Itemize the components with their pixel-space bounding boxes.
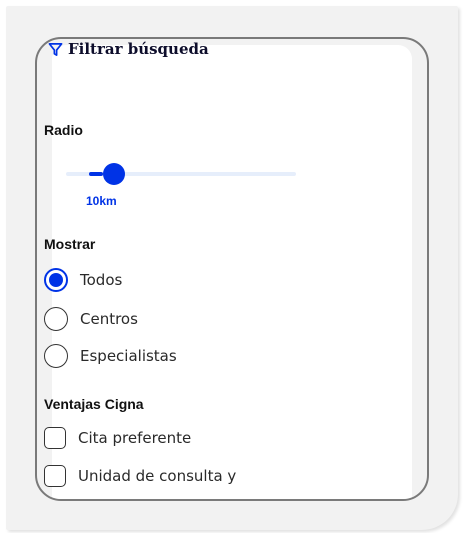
slider-thumb[interactable] [103,163,125,185]
checkbox-unidad[interactable] [44,465,66,487]
filter-title: Filtrar búsqueda [68,40,209,58]
show-option-centros[interactable]: Centros [44,307,138,331]
show-option-todos[interactable]: Todos [44,268,122,292]
radio-todos[interactable] [44,268,68,292]
advantages-label: Ventajas Cigna [44,396,144,412]
checkbox-cita[interactable] [44,427,66,449]
option-label: Centros [80,310,138,328]
filter-header: Filtrar búsqueda [48,40,209,58]
slider-fill [89,172,103,176]
radius-slider[interactable] [66,162,296,186]
advantage-option-unidad[interactable]: Unidad de consulta y [44,465,236,487]
option-label: Unidad de consulta y [78,467,237,485]
radio-especialistas[interactable] [44,344,68,368]
option-label: Cita preferente [78,429,192,447]
show-label: Mostrar [44,236,96,252]
radius-value: 10km [86,194,117,208]
filter-icon [48,42,63,56]
option-label: Todos [80,271,123,289]
show-option-especialistas[interactable]: Especialistas [44,344,177,368]
advantage-option-cita[interactable]: Cita preferente [44,427,191,449]
radius-label: Radio [44,122,83,138]
option-label: Especialistas [80,347,177,365]
radio-centros[interactable] [44,307,68,331]
